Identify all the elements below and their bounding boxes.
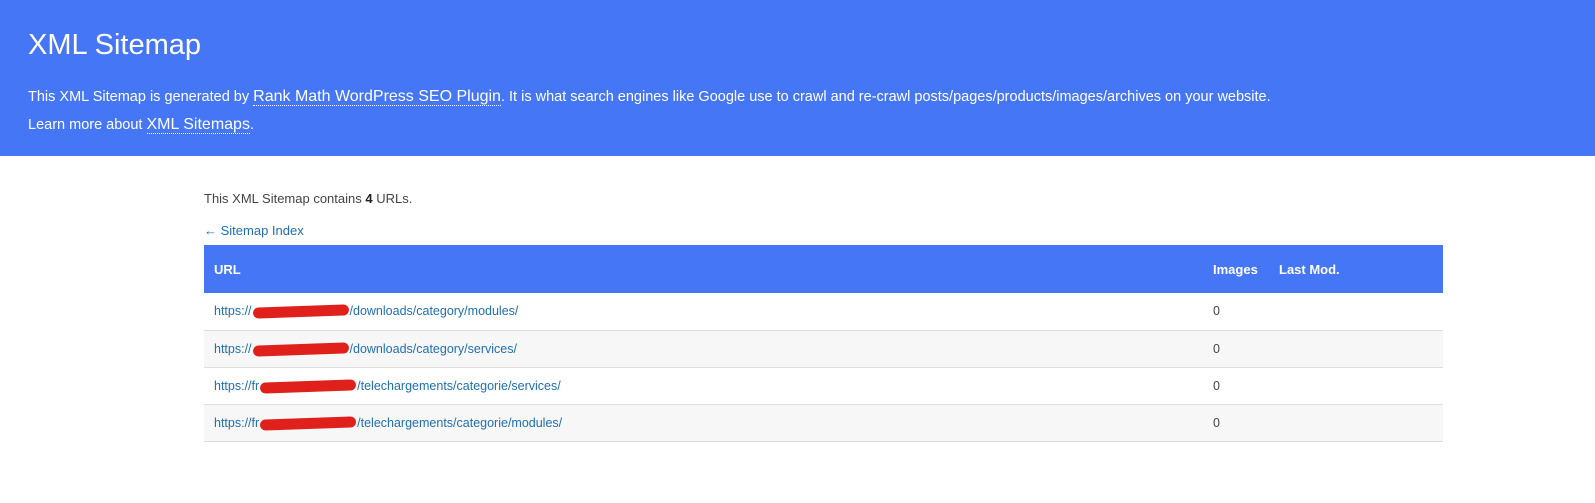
table-row: https:// /downloads/category/modules/ 0: [204, 293, 1443, 330]
sitemap-index-link[interactable]: ← Sitemap Index: [204, 222, 304, 240]
url-start: https://: [214, 341, 252, 356]
url-cell: https:// /downloads/category/services/: [204, 330, 1203, 367]
redaction-mark: [252, 342, 349, 357]
page-header: XML Sitemap This XML Sitemap is generate…: [0, 0, 1595, 156]
url-end: /downloads/category/modules/: [349, 304, 519, 319]
images-cell: 0: [1213, 415, 1220, 430]
url-end: /telechargements/categorie/modules/: [357, 415, 563, 430]
desc-line2-suffix: .: [249, 117, 254, 133]
rank-math-plugin-link[interactable]: Rank Math WordPress SEO Plugin: [253, 88, 501, 106]
last-mod-cell: [1269, 367, 1443, 404]
page-title: XML Sitemap: [28, 29, 201, 61]
url-link[interactable]: https://fr/telechargements/categorie/mod…: [214, 415, 563, 431]
desc-line2-prefix: Learn more about: [28, 117, 147, 133]
url-end: /downloads/category/services/: [349, 341, 517, 356]
images-cell: 0: [1213, 341, 1220, 356]
xml-sitemaps-link[interactable]: XML Sitemaps: [146, 116, 250, 134]
url-link[interactable]: https:// /downloads/category/services/: [214, 341, 517, 357]
summary-prefix: This XML Sitemap contains: [204, 191, 366, 206]
header-description: This XML Sitemap is generated by Rank Ma…: [28, 83, 1567, 139]
url-link[interactable]: https://fr/telechargements/categorie/ser…: [214, 378, 561, 394]
url-cell: https://fr/telechargements/categorie/ser…: [204, 367, 1203, 404]
redaction-mark: [252, 304, 349, 320]
last-mod-cell: [1269, 330, 1443, 367]
last-mod-cell: [1269, 404, 1443, 441]
url-count: 4: [365, 191, 373, 206]
url-start: https://fr: [214, 378, 260, 393]
url-link[interactable]: https:// /downloads/category/modules/: [214, 304, 519, 320]
last-mod-cell: [1269, 293, 1443, 330]
url-cell: https:// /downloads/category/modules/: [204, 293, 1203, 330]
redaction-mark: [259, 379, 357, 394]
header-last-mod: Last Mod.: [1279, 261, 1340, 277]
images-cell: 0: [1213, 304, 1220, 319]
redaction-mark: [259, 416, 357, 431]
images-cell: 0: [1213, 378, 1220, 393]
desc-line1-suffix: . It is what search engines like Google …: [500, 89, 1271, 105]
summary-suffix: URLs.: [372, 191, 413, 206]
main-content: This XML Sitemap contains 4 URLs. ← Site…: [204, 190, 1443, 442]
sitemap-table: URL Images Last Mod. https:// /downloads/…: [204, 245, 1443, 442]
table-row: https://fr/telechargements/categorie/ser…: [204, 367, 1443, 404]
table-row: https:// /downloads/category/services/ 0: [204, 330, 1443, 367]
header-url: URL: [214, 261, 241, 277]
url-end: /telechargements/categorie/services/: [357, 378, 561, 393]
desc-line1-prefix: This XML Sitemap is generated by: [28, 89, 254, 105]
header-images: Images: [1213, 261, 1258, 277]
url-count-summary: This XML Sitemap contains 4 URLs.: [204, 190, 1443, 208]
url-start: https://: [214, 304, 252, 319]
table-header-row: URL Images Last Mod.: [204, 245, 1443, 293]
table-row: https://fr/telechargements/categorie/mod…: [204, 404, 1443, 441]
url-cell: https://fr/telechargements/categorie/mod…: [204, 404, 1203, 441]
url-start: https://fr: [214, 415, 260, 430]
